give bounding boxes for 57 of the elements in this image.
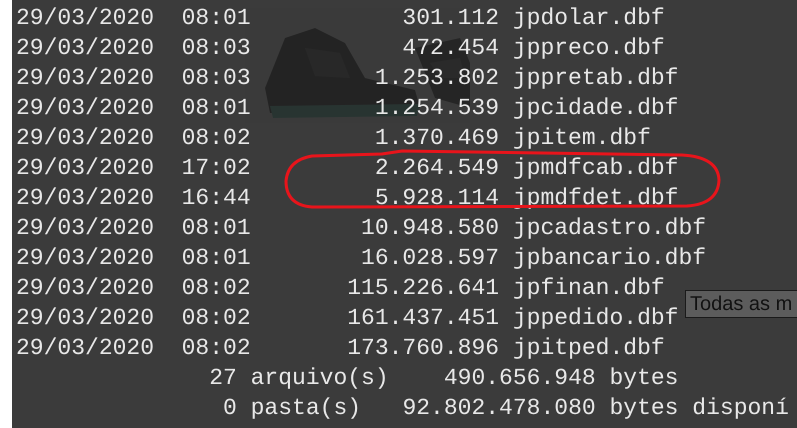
date-text: 29/03/2020 (16, 304, 154, 333)
file-name: jpcidade.dbf (512, 94, 678, 123)
time-text: 08:02 (182, 334, 251, 363)
file-size: 2.264.549 (374, 154, 500, 183)
count-text: 0 (222, 394, 237, 423)
time-text: 08:02 (182, 124, 251, 153)
file-size: 161.437.451 (346, 304, 500, 333)
file-size: 173.760.896 (346, 334, 500, 363)
file-size: 472.454 (401, 34, 500, 63)
time-text: 08:02 (182, 304, 251, 333)
file-name: jpitem.dbf (512, 124, 651, 153)
file-name: jpfinan.dbf (512, 274, 665, 303)
count-label: arquivo(s) (250, 365, 389, 391)
byte-total: 92.802.478.080 (401, 394, 596, 423)
file-name: jpdolar.dbf (512, 4, 665, 33)
date-text: 29/03/2020 (16, 4, 154, 33)
date-text: 29/03/2020 (16, 214, 154, 243)
time-text: 08:03 (182, 64, 251, 93)
date-text: 29/03/2020 (16, 244, 154, 273)
file-name: jppreco.dbf (512, 34, 665, 63)
time-text: 16:44 (182, 184, 251, 213)
date-text: 29/03/2020 (16, 64, 154, 93)
date-text: 29/03/2020 (16, 184, 154, 213)
unit-label: bytes (609, 364, 678, 393)
date-text: 29/03/2020 (16, 274, 154, 303)
file-size: 115.226.641 (346, 274, 500, 303)
count-text: 27 (208, 364, 237, 393)
file-size: 1.253.802 (374, 64, 500, 93)
time-text: 08:01 (182, 4, 251, 33)
time-text: 08:02 (182, 274, 251, 303)
file-name: jpbancario.dbf (512, 244, 706, 273)
date-text: 29/03/2020 (16, 34, 154, 63)
time-text: 08:01 (182, 214, 251, 243)
date-text: 29/03/2020 (16, 124, 154, 153)
file-name: jpitped.dbf (512, 334, 665, 363)
file-name: jpmdfdet.dbf (512, 184, 678, 213)
file-name: jpcadastro.dbf (512, 214, 706, 243)
date-text: 29/03/2020 (16, 94, 154, 123)
time-text: 08:03 (182, 34, 251, 63)
byte-total: 490.656.948 (442, 364, 596, 393)
date-text: 29/03/2020 (16, 154, 154, 183)
file-size: 5.928.114 (374, 184, 500, 213)
file-size: 1.254.539 (374, 94, 500, 123)
file-size: 1.370.469 (374, 124, 500, 153)
file-name: jpmdfcab.dbf (512, 154, 678, 183)
time-text: 17:02 (182, 154, 251, 183)
date-text: 29/03/2020 (16, 334, 154, 363)
unit-label: bytes disponí (609, 394, 789, 423)
file-size: 16.028.597 (360, 244, 500, 273)
time-text: 08:01 (182, 244, 251, 273)
count-label: pasta(s) (250, 395, 362, 421)
message-filter-select[interactable]: Todas as m (685, 290, 797, 318)
file-size: 10.948.580 (360, 214, 500, 243)
file-size: 301.112 (401, 4, 500, 33)
file-name: jppedido.dbf (512, 304, 678, 333)
file-name: jppretab.dbf (512, 64, 678, 93)
time-text: 08:01 (182, 94, 251, 123)
